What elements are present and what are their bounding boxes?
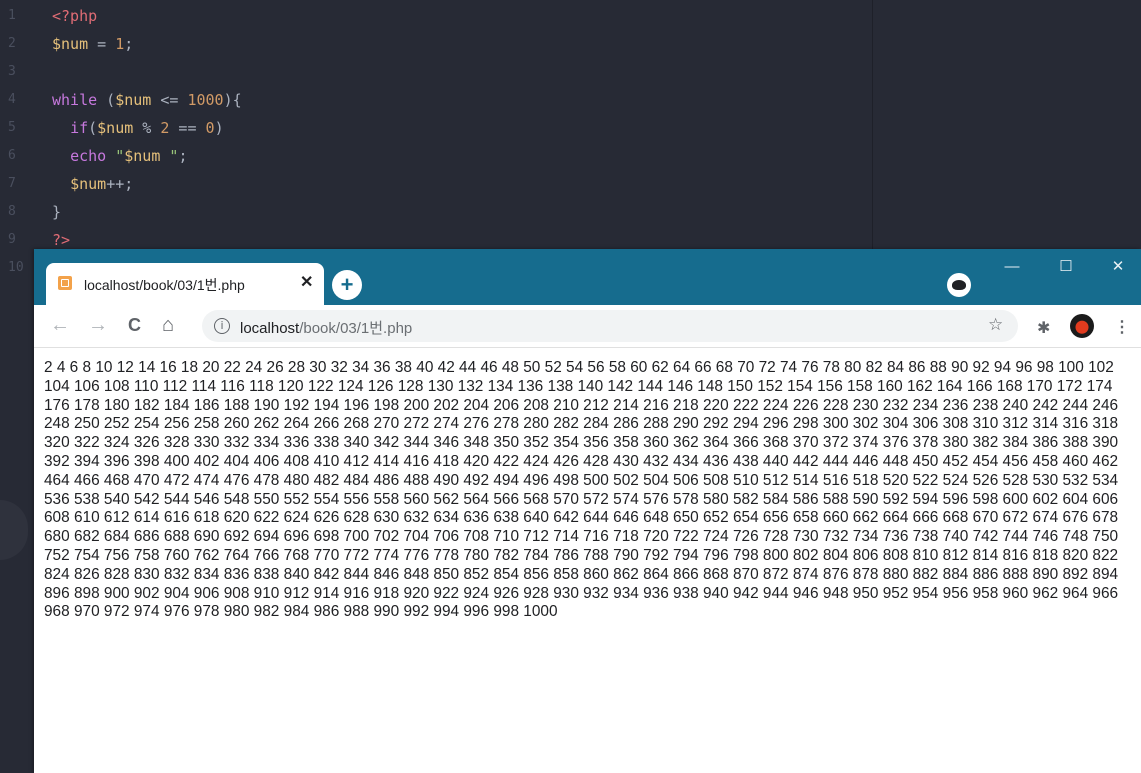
maximize-button[interactable]: ☐ xyxy=(1046,255,1086,279)
menu-dots-icon[interactable]: ⋮ xyxy=(1114,317,1130,337)
line-number: 8 xyxy=(8,204,16,219)
code-token: ++; xyxy=(106,175,134,193)
code-line[interactable]: 6 echo "$num "; xyxy=(0,142,870,170)
close-window-button[interactable]: ✕ xyxy=(1098,255,1138,279)
code-token: ; xyxy=(124,35,134,53)
minimize-button[interactable]: — xyxy=(992,255,1032,279)
tab-title: localhost/book/03/1번.php xyxy=(84,277,245,293)
code-token: == xyxy=(169,119,206,137)
code-token: $num xyxy=(52,35,89,53)
browser-window: localhost/book/03/1번.php ✕ + — ☐ ✕ ← → C… xyxy=(34,249,1141,773)
code-token: " xyxy=(160,147,179,165)
forward-arrow-icon[interactable]: → xyxy=(88,314,108,336)
line-number: 3 xyxy=(8,64,16,79)
code-line[interactable]: 7 $num++; xyxy=(0,170,870,198)
bookmark-star-icon[interactable]: ☆ xyxy=(988,315,1003,335)
code-text: } xyxy=(52,198,61,226)
code-token: ; xyxy=(178,147,188,165)
code-token: % xyxy=(133,119,161,137)
code-line[interactable]: 3 xyxy=(0,58,870,86)
line-number: 5 xyxy=(8,120,16,135)
active-tab[interactable]: localhost/book/03/1번.php ✕ xyxy=(46,263,324,305)
xampp-favicon-icon xyxy=(58,276,72,290)
editor-split-divider xyxy=(872,0,873,250)
code-token: " xyxy=(115,147,125,165)
line-number: 1 xyxy=(8,8,16,23)
code-token: 1 xyxy=(115,35,125,53)
line-number: 6 xyxy=(8,148,16,163)
code-token: <?php xyxy=(52,7,98,25)
code-line[interactable]: 5 if($num % 2 == 0) xyxy=(0,114,870,142)
browser-toolbar: ← → C ⌂ i localhost/book/03/1번.php ☆ ✱ ⋮ xyxy=(34,305,1141,348)
code-token: = xyxy=(88,35,116,53)
line-number: 4 xyxy=(8,92,16,107)
code-token: ?> xyxy=(52,231,71,249)
code-token: ){ xyxy=(223,91,242,109)
line-number: 9 xyxy=(8,232,16,247)
code-text: <?php xyxy=(52,2,97,30)
code-token: 0 xyxy=(205,119,215,137)
code-token: <= xyxy=(151,91,188,109)
code-token: echo xyxy=(70,147,107,165)
code-token: $num xyxy=(70,175,107,193)
code-text: if($num % 2 == 0) xyxy=(52,114,224,142)
code-token: } xyxy=(52,203,62,221)
line-number: 2 xyxy=(8,36,16,51)
url-host: localhost xyxy=(240,320,300,337)
back-arrow-icon[interactable]: ← xyxy=(50,314,70,336)
code-token: $num xyxy=(97,119,134,137)
extensions-puzzle-icon[interactable]: ✱ xyxy=(1037,318,1050,338)
url-text[interactable]: localhost/book/03/1번.php xyxy=(240,317,412,338)
code-line[interactable]: 2 $num = 1; xyxy=(0,30,870,58)
page-output-text: 2 4 6 8 10 12 14 16 18 20 22 24 26 28 30… xyxy=(44,359,1119,621)
url-path: /book/03/1번.php xyxy=(299,320,413,337)
code-text: $num++; xyxy=(52,170,133,198)
code-line[interactable]: 1 <?php xyxy=(0,2,870,30)
code-token: if xyxy=(70,119,89,137)
profile-avatar[interactable] xyxy=(1070,314,1094,338)
editor-side-handle xyxy=(0,500,28,560)
code-token: ( xyxy=(88,119,98,137)
code-line[interactable]: 4 while ($num <= 1000){ xyxy=(0,86,870,114)
tab-close-icon[interactable]: ✕ xyxy=(300,272,313,292)
code-token: ) xyxy=(214,119,224,137)
code-token: ( xyxy=(97,91,116,109)
new-tab-button[interactable]: + xyxy=(332,270,362,300)
reload-icon[interactable]: C xyxy=(128,314,141,336)
browser-titlebar[interactable]: localhost/book/03/1번.php ✕ + — ☐ ✕ xyxy=(34,249,1141,305)
code-token: $num xyxy=(124,147,161,165)
code-token: 1000 xyxy=(187,91,224,109)
tab-search-icon[interactable] xyxy=(947,273,971,297)
home-icon[interactable]: ⌂ xyxy=(162,314,174,336)
code-token: while xyxy=(52,91,98,109)
code-token: $num xyxy=(115,91,152,109)
code-text: $num = 1; xyxy=(52,30,133,58)
address-bar[interactable]: i localhost/book/03/1번.php ☆ xyxy=(202,310,1018,342)
line-number: 7 xyxy=(8,176,16,191)
line-number: 10 xyxy=(8,260,24,275)
site-info-icon[interactable]: i xyxy=(214,318,230,334)
code-text: echo "$num "; xyxy=(52,142,187,170)
code-text: while ($num <= 1000){ xyxy=(52,86,242,114)
code-line[interactable]: 8} xyxy=(0,198,870,226)
